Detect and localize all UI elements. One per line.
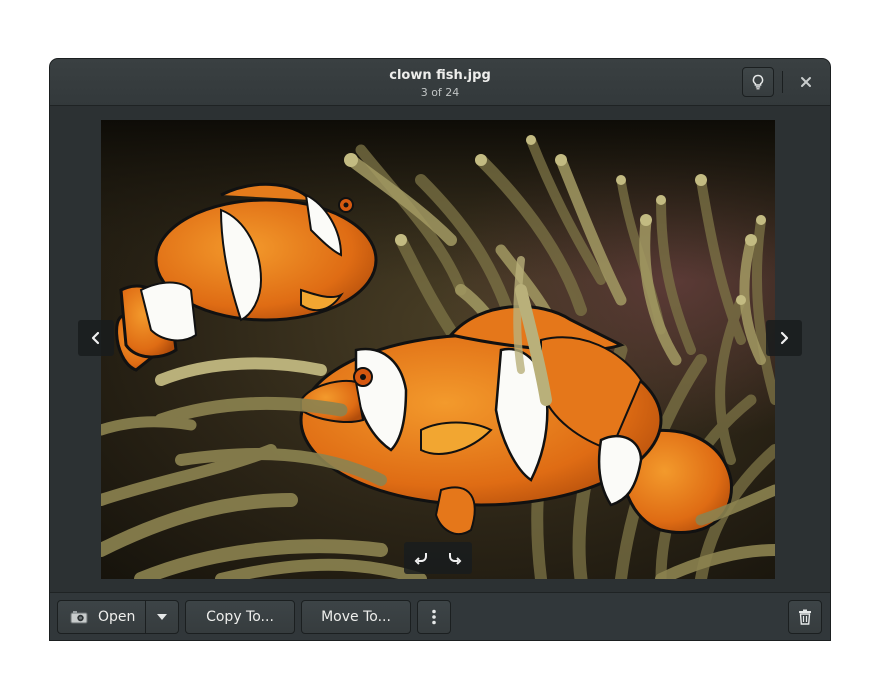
window-title: clown fish.jpg bbox=[389, 68, 491, 83]
open-with-dropdown-button[interactable] bbox=[145, 600, 179, 634]
close-button[interactable] bbox=[794, 71, 818, 93]
rotate-left-icon bbox=[414, 553, 427, 565]
image-counter: 3 of 24 bbox=[420, 86, 460, 99]
properties-button[interactable] bbox=[742, 67, 774, 97]
rotate-controls bbox=[404, 542, 472, 574]
move-to-label: Move To... bbox=[321, 609, 391, 625]
camera-icon bbox=[70, 611, 88, 624]
image-viewer-window: clown fish.jpg 3 of 24 Open Copy To... M… bbox=[50, 59, 830, 640]
image-area bbox=[50, 106, 830, 592]
open-button[interactable]: Open bbox=[57, 600, 147, 634]
header-bar: clown fish.jpg 3 of 24 bbox=[50, 59, 830, 106]
trash-icon bbox=[799, 609, 811, 625]
close-icon bbox=[801, 77, 811, 87]
rotate-left-button[interactable] bbox=[404, 542, 438, 574]
rotate-right-icon bbox=[449, 553, 462, 565]
previous-image-button[interactable] bbox=[78, 320, 114, 356]
chevron-left-icon bbox=[91, 331, 100, 345]
chevron-down-icon bbox=[157, 614, 167, 620]
more-options-button[interactable] bbox=[417, 600, 451, 634]
action-bar: Open Copy To... Move To... bbox=[50, 592, 830, 640]
vertical-dots-icon bbox=[432, 609, 436, 625]
move-to-button[interactable]: Move To... bbox=[301, 600, 411, 634]
open-label: Open bbox=[98, 609, 136, 625]
chevron-right-icon bbox=[780, 331, 789, 345]
header-separator bbox=[782, 71, 783, 93]
rotate-right-button[interactable] bbox=[438, 542, 472, 574]
next-image-button[interactable] bbox=[766, 320, 802, 356]
photo-clownfish bbox=[101, 120, 775, 579]
copy-to-button[interactable]: Copy To... bbox=[185, 600, 295, 634]
copy-to-label: Copy To... bbox=[206, 609, 274, 625]
lightbulb-icon bbox=[752, 74, 764, 90]
delete-button[interactable] bbox=[788, 600, 822, 634]
